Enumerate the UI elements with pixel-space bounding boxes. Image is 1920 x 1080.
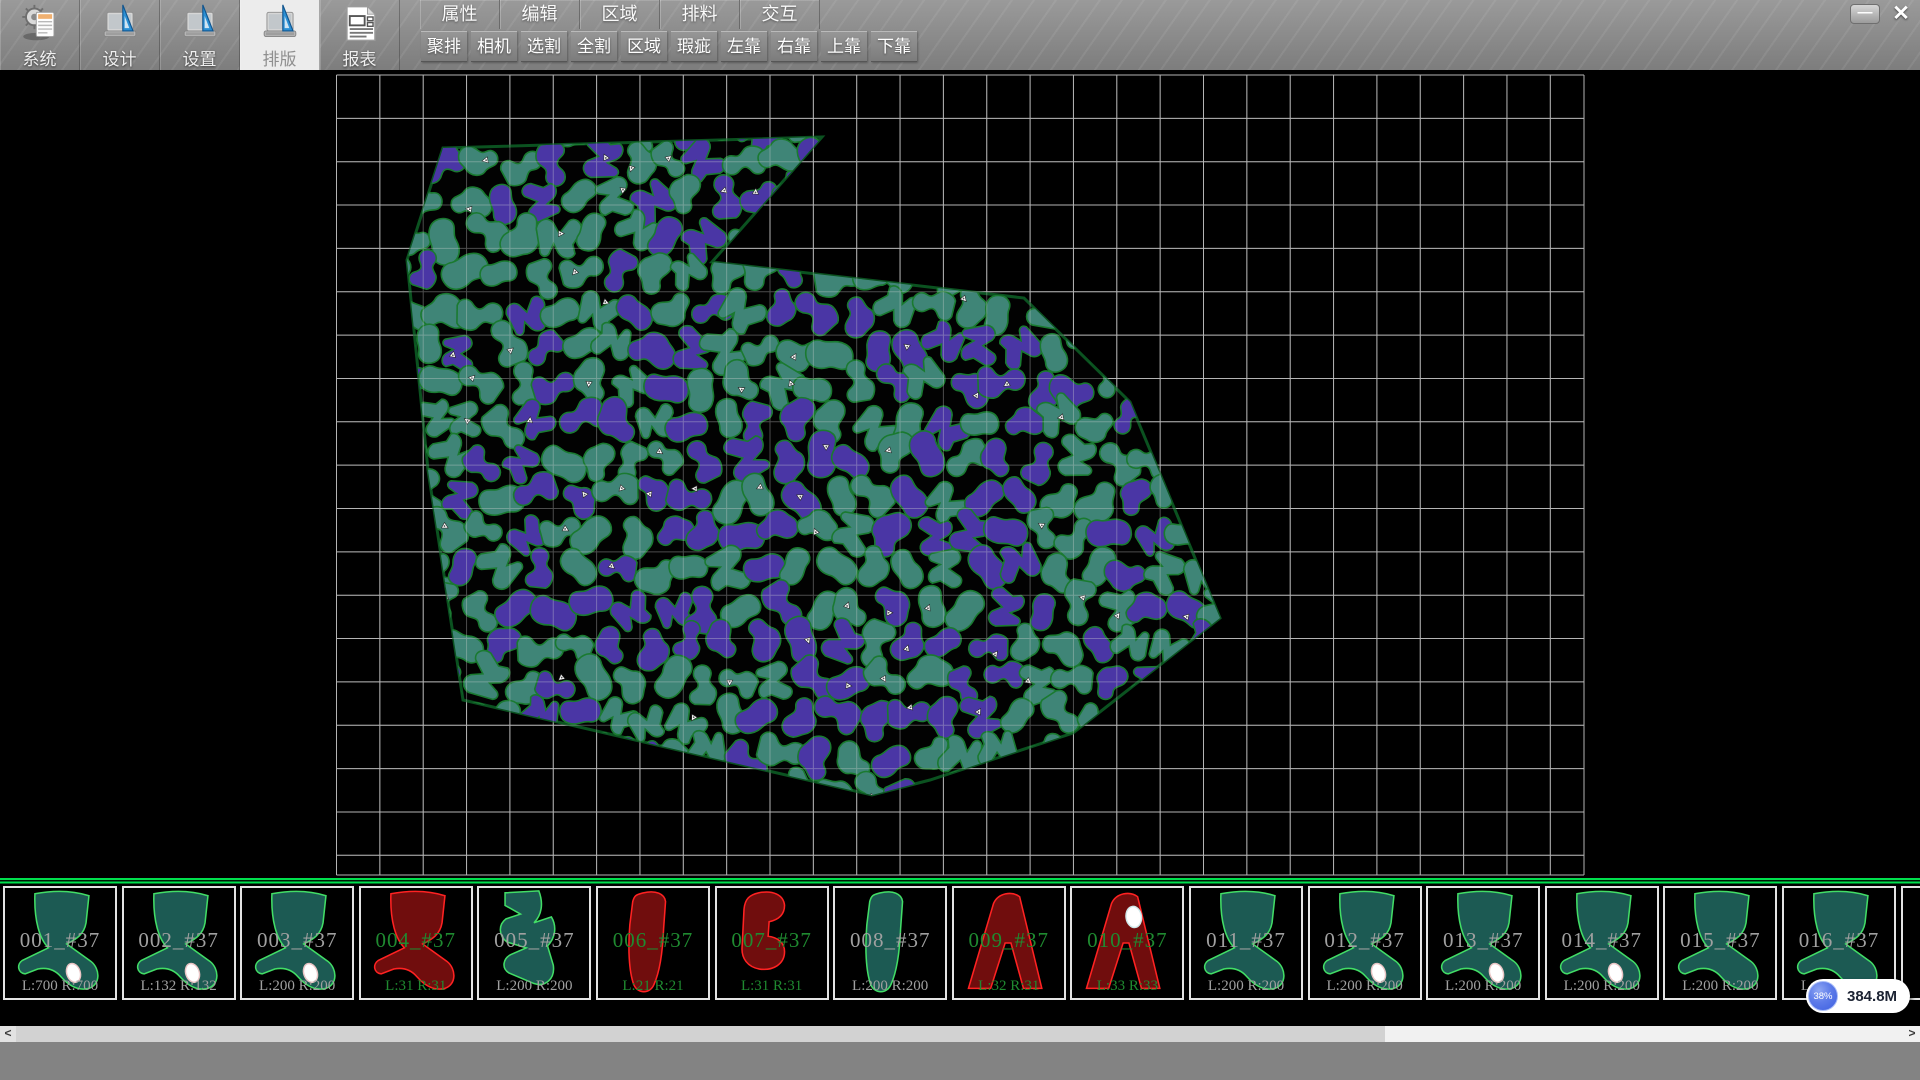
nav-button-group: 系统 设计 设置 排版 报表: [0, 0, 400, 70]
pattern-thumbnail[interactable]: 004_#37 L:31 R:31: [359, 886, 473, 1000]
pattern-name: 008_#37: [835, 928, 945, 953]
pattern-thumbnail[interactable]: 015_#37 L:200 R:200: [1663, 886, 1777, 1000]
pattern-counts: L:200 R:200: [479, 978, 589, 995]
pattern-thumbnail[interactable]: 003_#37 L:200 R:200: [240, 886, 354, 1000]
pattern-name: 014_#37: [1547, 928, 1657, 953]
tool-button[interactable]: 右靠: [771, 31, 817, 62]
pattern-thumbnail[interactable]: 007_#37 L:31 R:31: [715, 886, 829, 1000]
tool-button[interactable]: 上靠: [821, 31, 867, 62]
pattern-counts: L:200 R:200: [242, 978, 352, 995]
menu-tab[interactable]: 区域: [580, 0, 660, 29]
menu-tab[interactable]: 排料: [660, 0, 740, 29]
scroll-right-arrow[interactable]: >: [1904, 1026, 1920, 1042]
design-ruler-icon: [98, 3, 142, 44]
memory-percent-label: 38%: [1813, 991, 1832, 1002]
gear-document-icon: [18, 3, 62, 44]
memory-size-label: 384.8M: [1847, 988, 1897, 1005]
nav-button-layout-ruler[interactable]: 排版: [240, 0, 320, 70]
pattern-name: 007_#37: [717, 928, 827, 953]
pattern-shape: [1903, 888, 1920, 998]
pattern-name: 003_#37: [242, 928, 352, 953]
pattern-name: 006_#37: [598, 928, 708, 953]
pattern-filmstrip: 001_#37 L:700 R:700 002_#37 L:132 R:132 003_…: [0, 878, 1920, 1004]
nav-button-report-document[interactable]: 报表: [320, 0, 400, 70]
menu-tab[interactable]: 属性: [420, 0, 500, 29]
nesting-canvas[interactable]: [0, 70, 1920, 878]
pattern-counts: L:700 R:700: [5, 978, 115, 995]
nav-button-label: 系统: [23, 45, 57, 70]
pattern-name: 013_#37: [1428, 928, 1538, 953]
pattern-counts: L:200 R:200: [1191, 978, 1301, 995]
pattern-thumbnail[interactable]: 005_#37 L:200 R:200: [477, 886, 591, 1000]
nav-button-gear-document[interactable]: 系统: [0, 0, 80, 70]
tool-button-row: 聚排相机选割全割区域瑕疵左靠右靠上靠下靠: [421, 31, 921, 62]
layout-ruler-icon: [258, 3, 302, 44]
report-document-icon: [338, 3, 382, 44]
main-toolbar: 系统设计设置排版报表 属性编辑区域排料交互 聚排相机选割全割区域瑕疵左靠右靠上靠…: [0, 0, 1920, 70]
nav-button-label: 设置: [183, 45, 217, 70]
pattern-name: 002_#37: [124, 928, 234, 953]
pattern-counts: L:200 R:200: [1310, 978, 1420, 995]
scrollbar-thumb[interactable]: [16, 1026, 1385, 1042]
tool-button[interactable]: 选割: [521, 31, 567, 62]
nav-button-label: 设计: [103, 45, 137, 70]
tool-button[interactable]: 左靠: [721, 31, 767, 62]
memory-badge: 38% 384.8M: [1806, 979, 1910, 1013]
pattern-thumbnail[interactable]: 012_#37 L:200 R:200: [1308, 886, 1422, 1000]
tool-button[interactable]: 下靠: [871, 31, 917, 62]
pattern-thumbnail[interactable]: 008_#37 L:200 R:200: [833, 886, 947, 1000]
tool-button[interactable]: 全割: [571, 31, 617, 62]
pattern-counts: L:21 R:21: [598, 978, 708, 995]
status-bar: [0, 1042, 1920, 1080]
app-window: 系统设计设置排版报表 属性编辑区域排料交互 聚排相机选割全割区域瑕疵左靠右靠上靠…: [0, 0, 1920, 1080]
pattern-name: 010_#37: [1072, 928, 1182, 953]
menu-tab[interactable]: 交互: [740, 0, 820, 29]
pattern-counts: L:31 R:31: [361, 978, 471, 995]
scroll-left-arrow[interactable]: <: [0, 1026, 16, 1042]
pattern-name: 001_#37: [5, 928, 115, 953]
pattern-thumbnail[interactable]: 014_#37 L:200 R:200: [1545, 886, 1659, 1000]
pattern-counts: L:200 R:200: [1547, 978, 1657, 995]
pattern-thumbnail[interactable]: 010_#37 L:33 R:33: [1070, 886, 1184, 1000]
pattern-thumbnail[interactable]: 013_#37 L:200 R:200: [1426, 886, 1540, 1000]
nav-button-settings-ruler[interactable]: 设置: [160, 0, 240, 70]
pattern-name: 009_#37: [954, 928, 1064, 953]
tool-button[interactable]: 相机: [471, 31, 517, 62]
pattern-thumbnail[interactable]: 001_#37 L:700 R:700: [3, 886, 117, 1000]
pattern-counts: L:132 R:132: [124, 978, 234, 995]
tool-button[interactable]: 区域: [621, 31, 667, 62]
pattern-counts: L:31 R:31: [717, 978, 827, 995]
pattern-counts: L:200 R:200: [1665, 978, 1775, 995]
tool-button[interactable]: 聚排: [421, 31, 467, 62]
pattern-name: 004_#37: [361, 928, 471, 953]
settings-ruler-icon: [178, 3, 222, 44]
nav-button-label: 报表: [343, 45, 377, 70]
pattern-thumbnail[interactable]: 006_#37 L:21 R:21: [596, 886, 710, 1000]
memory-percent-indicator: 38%: [1808, 981, 1838, 1011]
window-controls: — ✕: [1850, 3, 1914, 25]
pattern-counts: L:200 R:200: [1428, 978, 1538, 995]
close-button[interactable]: ✕: [1888, 3, 1914, 25]
pattern-thumbnail[interactable]: 011_#37 L:200 R:200: [1189, 886, 1303, 1000]
tool-button[interactable]: 瑕疵: [671, 31, 717, 62]
pattern-name: 016_#37: [1784, 928, 1894, 953]
pattern-name: 015_#37: [1665, 928, 1775, 953]
minimize-button[interactable]: —: [1850, 4, 1880, 24]
pattern-counts: L:32 R:31: [954, 978, 1064, 995]
pattern-name: 012_#37: [1310, 928, 1420, 953]
filmstrip-top-border: [0, 878, 1920, 884]
pattern-counts: L:200 R:200: [835, 978, 945, 995]
pattern-counts: L:33 R:33: [1072, 978, 1182, 995]
menu-tab[interactable]: 编辑: [500, 0, 580, 29]
pattern-thumbnail[interactable]: 002_#37 L:132 R:132: [122, 886, 236, 1000]
nav-button-label: 排版: [263, 45, 297, 70]
pattern-name: 005_#37: [479, 928, 589, 953]
nav-button-design-ruler[interactable]: 设计: [80, 0, 160, 70]
horizontal-scrollbar[interactable]: < >: [0, 1026, 1920, 1042]
pattern-thumbnail[interactable]: 009_#37 L:32 R:31: [952, 886, 1066, 1000]
nesting-layout-drawing: [0, 70, 1920, 878]
menu-tab-bar: 属性编辑区域排料交互: [420, 0, 820, 29]
pattern-name: 011_#37: [1191, 928, 1301, 953]
